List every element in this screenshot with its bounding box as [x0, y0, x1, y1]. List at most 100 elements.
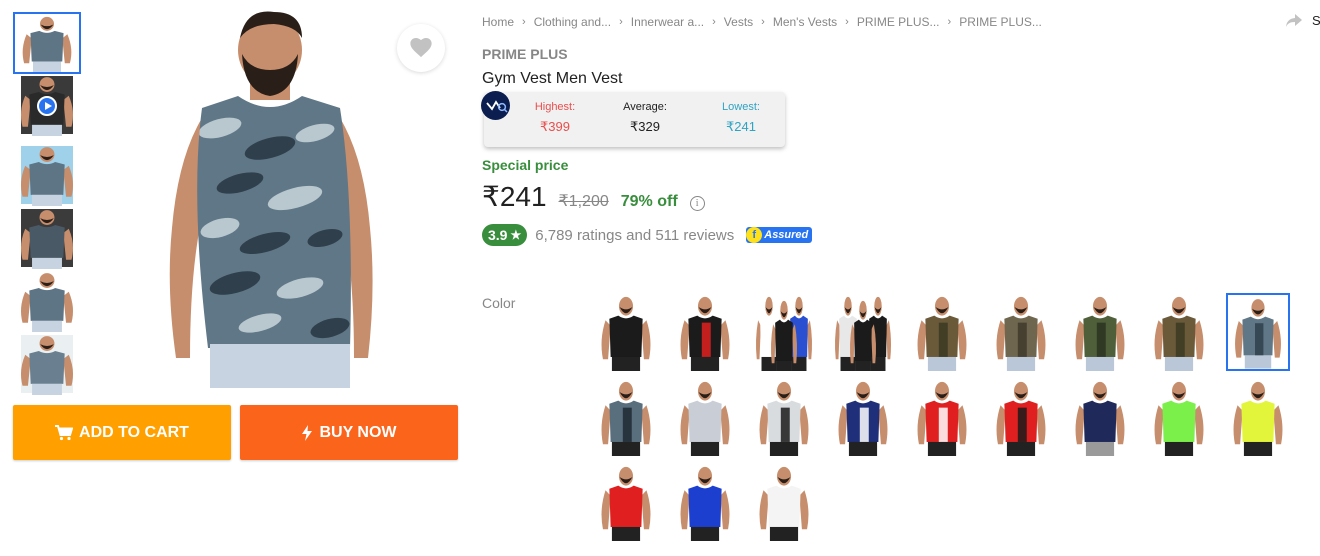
color-swatch[interactable] [1226, 293, 1290, 371]
color-swatch[interactable] [1068, 293, 1132, 371]
price-lowest-label: Lowest: [722, 101, 760, 113]
swatch-picture [601, 466, 651, 541]
color-swatch[interactable] [989, 378, 1053, 456]
price-average-label: Average: [623, 101, 667, 113]
share-icon [1286, 13, 1302, 27]
breadcrumb: Home › Clothing and... › Innerwear a... › Vest… [482, 15, 1042, 29]
thumbnail-image[interactable] [13, 207, 81, 269]
color-swatch[interactable] [831, 293, 895, 371]
color-swatch[interactable] [989, 293, 1053, 371]
breadcrumb-item[interactable]: Men's Vests [773, 15, 837, 29]
breadcrumb-item[interactable]: PRIME PLUS... [857, 15, 940, 29]
thumbnail-image[interactable] [13, 12, 81, 74]
color-swatch[interactable] [1147, 293, 1211, 371]
cart-icon [55, 424, 74, 440]
breadcrumb-item[interactable]: Home [482, 15, 514, 29]
swatch-picture [759, 381, 809, 456]
brand-name[interactable]: PRIME PLUS [482, 46, 568, 62]
breadcrumb-item[interactable]: PRIME PLUS... [959, 15, 1042, 29]
chevron-right-icon: › [947, 16, 952, 28]
color-swatch[interactable] [752, 463, 816, 541]
price-history-logo-icon[interactable] [481, 91, 510, 120]
model-vest-illustration [169, 11, 373, 388]
swatch-picture [1075, 296, 1125, 371]
assured-label: Assured [764, 229, 809, 241]
buy-now-label: BUY NOW [319, 423, 397, 441]
original-price: ₹1,200 [558, 193, 609, 210]
main-product-image[interactable] [150, 8, 390, 388]
chevron-right-icon: › [761, 16, 765, 28]
swatch-picture [759, 466, 809, 541]
breadcrumb-item[interactable]: Innerwear a... [631, 15, 704, 29]
swatch-picture [755, 296, 813, 371]
swatch-picture [1154, 296, 1204, 371]
assured-logo-icon: f [746, 227, 763, 243]
discount-percent: 79% off [620, 193, 678, 210]
lightning-icon [302, 424, 313, 441]
thumbnail-image[interactable] [13, 333, 81, 395]
price-lowest-value: ₹241 [726, 119, 756, 134]
swatch-picture [680, 296, 730, 371]
thumbnail-picture [20, 209, 74, 269]
thumbnail-picture [20, 335, 74, 395]
thumbnail-picture [20, 146, 74, 206]
swatch-picture [1075, 381, 1125, 456]
breadcrumb-item[interactable]: Clothing and... [534, 15, 611, 29]
breadcrumb-item[interactable]: Vests [724, 15, 753, 29]
color-swatch[interactable] [831, 378, 895, 456]
chevron-right-icon: › [845, 16, 849, 28]
buy-now-button[interactable]: BUY NOW [240, 405, 458, 460]
swatch-picture [680, 466, 730, 541]
ratings-reviews-count[interactable]: 6,789 ratings and 511 reviews [535, 227, 734, 244]
color-swatch[interactable] [910, 293, 974, 371]
color-swatch[interactable] [1068, 378, 1132, 456]
color-swatch[interactable] [673, 378, 737, 456]
swatch-picture [1233, 381, 1283, 456]
special-price-label: Special price [482, 157, 569, 173]
color-swatch[interactable] [673, 293, 737, 371]
price-history-card: Highest: ₹399 Average: ₹329 Lowest: ₹241 [484, 92, 785, 147]
thumbnail-image[interactable] [13, 270, 81, 332]
price-average: Average: ₹329 [614, 101, 676, 135]
share-label: S [1312, 13, 1320, 28]
color-swatch[interactable] [1147, 378, 1211, 456]
swatch-picture [996, 296, 1046, 371]
color-swatch[interactable] [594, 463, 658, 541]
thumbnail-picture [22, 15, 72, 72]
thumbnail-video[interactable] [13, 74, 81, 136]
color-swatch[interactable] [594, 378, 658, 456]
assured-badge: f Assured [746, 227, 813, 243]
add-to-cart-button[interactable]: ADD TO CART [13, 405, 231, 460]
swatch-picture [834, 296, 892, 371]
wishlist-button[interactable] [397, 24, 445, 72]
swatch-picture [838, 381, 888, 456]
thumbnail-picture [20, 272, 74, 332]
rating-badge[interactable]: 3.9 ★ [482, 224, 528, 246]
swatch-picture [680, 381, 730, 456]
swatch-picture [601, 381, 651, 456]
share-button[interactable]: S [1286, 13, 1320, 28]
color-swatch[interactable] [752, 293, 816, 371]
price-highest: Highest: ₹399 [524, 101, 586, 135]
chevron-right-icon: › [522, 16, 526, 28]
swatch-picture [1235, 299, 1281, 369]
price-highest-label: Highest: [534, 101, 576, 113]
color-swatch[interactable] [1226, 378, 1290, 456]
price-highest-value: ₹399 [540, 119, 570, 134]
add-to-cart-label: ADD TO CART [79, 423, 189, 441]
swatch-picture [917, 381, 967, 456]
chevron-right-icon: › [619, 16, 623, 28]
color-swatch[interactable] [594, 293, 658, 371]
heart-icon [410, 38, 432, 58]
color-swatch[interactable] [752, 378, 816, 456]
color-swatch[interactable] [673, 463, 737, 541]
price-average-value: ₹329 [630, 119, 660, 134]
swatch-picture [917, 296, 967, 371]
thumbnail-image[interactable] [13, 144, 81, 206]
rating-score: 3.9 [488, 227, 508, 243]
color-swatch[interactable] [910, 378, 974, 456]
info-icon[interactable]: i [689, 196, 705, 211]
rating-row: 3.9 ★ 6,789 ratings and 511 reviews f As… [482, 224, 813, 246]
play-icon [37, 96, 57, 116]
current-price: ₹241 [482, 181, 547, 212]
